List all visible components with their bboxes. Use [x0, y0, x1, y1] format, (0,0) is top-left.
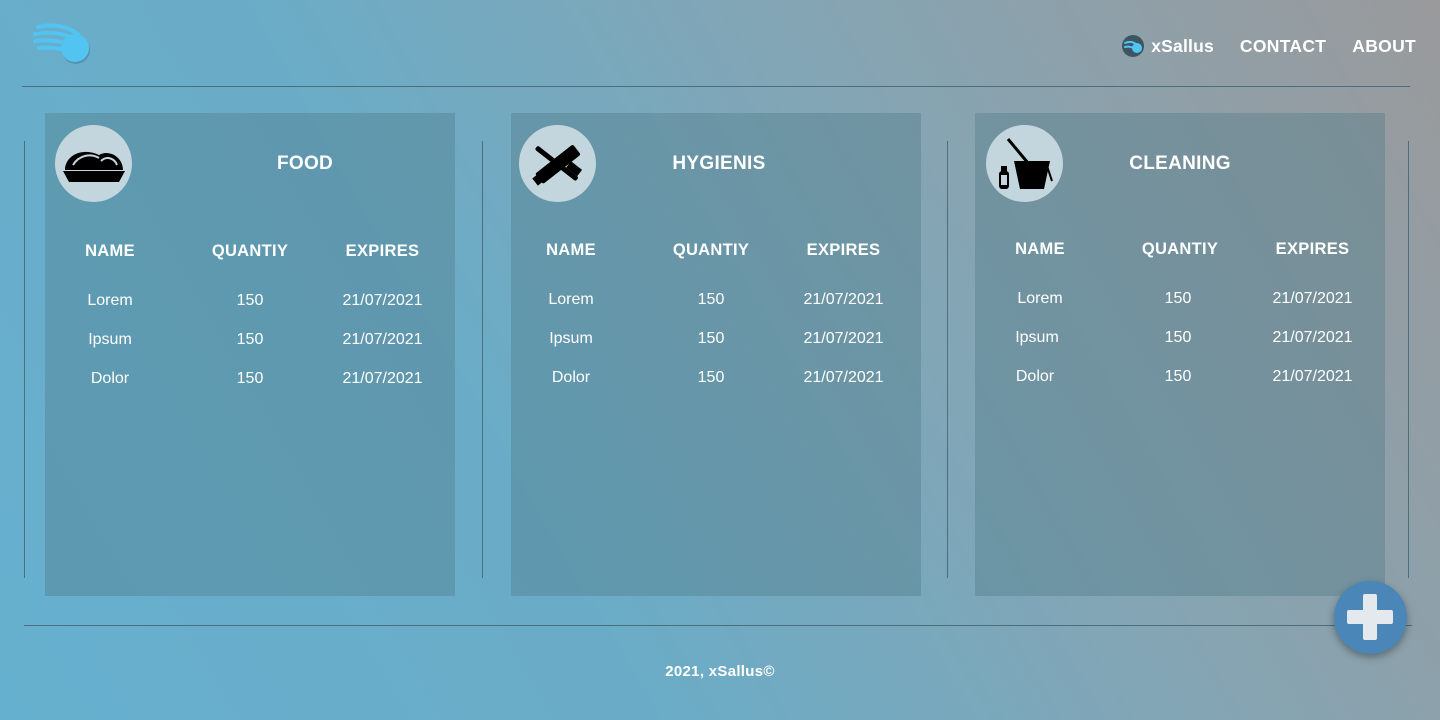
item-quantity: 150	[1164, 368, 1192, 385]
add-item-button[interactable]	[1334, 581, 1407, 654]
item-quantity: 150	[697, 330, 725, 347]
top-nav: xSallus CONTACT ABOUT	[1122, 34, 1416, 58]
item-quantity: 150	[236, 370, 264, 387]
panel-cleaning: CLEANING NAME QUANTIY EXPIRES Lorem 150 …	[975, 113, 1385, 596]
panel-title: HYGIENIS	[672, 153, 766, 174]
item-expires: 21/07/2021	[803, 291, 884, 308]
brand-name: xSallus	[1151, 35, 1214, 56]
item-name[interactable]: Dolor	[995, 368, 1075, 386]
column-header-expires: EXPIRES	[806, 241, 881, 259]
column-header-name: NAME	[546, 241, 596, 259]
bucket-mop-bottle-icon	[986, 125, 1063, 202]
column-header-expires: EXPIRES	[345, 242, 420, 260]
item-expires: 21/07/2021	[1272, 368, 1353, 385]
item-name[interactable]: Ipsum	[531, 330, 611, 348]
item-quantity: 150	[697, 369, 725, 386]
item-name[interactable]: Lorem	[531, 291, 611, 309]
footer-divider	[24, 625, 1412, 626]
item-expires: 21/07/2021	[1272, 290, 1353, 307]
brand-link[interactable]: xSallus	[1122, 35, 1214, 57]
panel-food: FOOD NAME QUANTIY EXPIRES Lorem 150 21/0…	[45, 113, 455, 596]
food-dish-icon	[55, 125, 132, 202]
nav-contact[interactable]: CONTACT	[1240, 36, 1326, 57]
column-header-quantity: QUANTIY	[672, 241, 750, 259]
toothbrush-toothpaste-icon	[519, 125, 596, 202]
item-quantity: 150	[697, 291, 725, 308]
column-header-expires: EXPIRES	[1275, 240, 1350, 258]
header-divider	[22, 86, 1410, 87]
plus-icon-bar	[1347, 610, 1393, 624]
item-expires: 21/07/2021	[342, 292, 423, 309]
column-header-name: NAME	[1015, 240, 1065, 258]
speed-ball-icon	[1122, 35, 1145, 57]
column-divider	[1408, 141, 1409, 578]
item-name[interactable]: Lorem	[1000, 290, 1080, 308]
item-quantity: 150	[236, 331, 264, 348]
footer-copyright: 2021, xSallus©	[665, 663, 775, 680]
item-expires: 21/07/2021	[342, 331, 423, 348]
column-header-name: NAME	[85, 242, 135, 260]
nav-about[interactable]: ABOUT	[1352, 36, 1416, 57]
column-header-quantity: QUANTIY	[211, 242, 289, 260]
item-quantity: 150	[1164, 290, 1192, 307]
item-quantity: 150	[1164, 329, 1192, 346]
item-name[interactable]: Lorem	[70, 292, 150, 310]
item-name[interactable]: Ipsum	[997, 329, 1077, 347]
item-name[interactable]: Ipsum	[70, 331, 150, 349]
item-expires: 21/07/2021	[342, 370, 423, 387]
panel-hygiene: HYGIENIS NAME QUANTIY EXPIRES Lorem 150 …	[511, 113, 921, 596]
column-divider	[482, 141, 483, 578]
speed-ball-logo-icon[interactable]	[30, 20, 94, 70]
column-header-quantity: QUANTIY	[1141, 240, 1219, 258]
column-divider	[24, 141, 25, 578]
item-quantity: 150	[236, 292, 264, 309]
item-name[interactable]: Dolor	[531, 369, 611, 387]
item-name[interactable]: Dolor	[70, 370, 150, 388]
column-divider	[947, 141, 948, 578]
item-expires: 21/07/2021	[1272, 329, 1353, 346]
panel-title: FOOD	[276, 153, 334, 174]
item-expires: 21/07/2021	[803, 330, 884, 347]
item-expires: 21/07/2021	[803, 369, 884, 386]
panel-title: CLEANING	[1129, 153, 1231, 174]
